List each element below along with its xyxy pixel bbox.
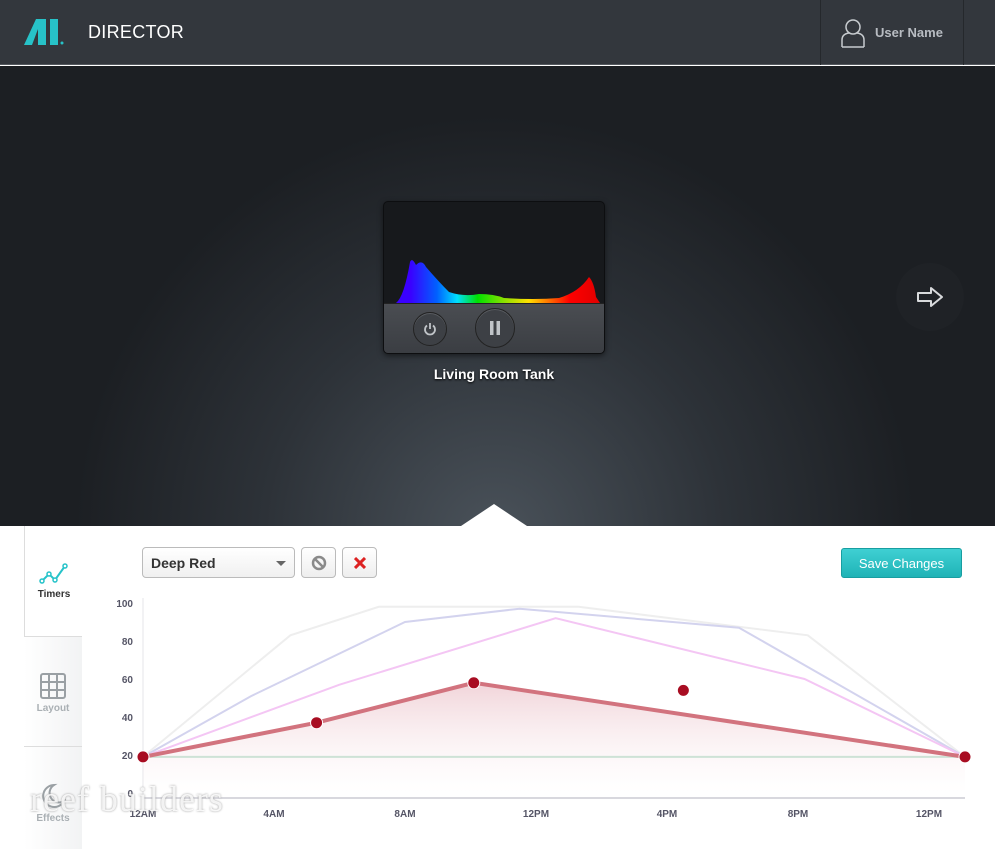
block-icon [311, 555, 326, 570]
series-line [142, 605, 966, 758]
device-card[interactable] [383, 201, 605, 354]
app-header: DIRECTOR User Name [0, 0, 995, 65]
x-tick-label: 8AM [394, 809, 415, 820]
next-device-button[interactable] [896, 263, 964, 331]
power-icon [424, 323, 436, 336]
y-tick-label: 100 [116, 599, 133, 610]
tab-label: Layout [36, 703, 70, 714]
close-icon [353, 556, 366, 569]
user-menu[interactable]: User Name [820, 0, 964, 65]
device-controls [384, 303, 604, 353]
power-button[interactable] [413, 312, 447, 346]
timer-point-handle[interactable] [958, 750, 972, 764]
x-tick-label: 8PM [788, 809, 809, 820]
series-area [143, 682, 965, 793]
ai-logo[interactable] [24, 19, 74, 45]
pause-button[interactable] [475, 308, 515, 348]
channel-select[interactable]: Deep Red [142, 547, 295, 578]
user-name: User Name [875, 25, 943, 40]
timer-point-handle[interactable] [467, 676, 481, 690]
x-tick-label: 4AM [263, 809, 284, 820]
tab-layout[interactable]: Layout [24, 636, 82, 746]
tab-label: Timers [37, 589, 71, 600]
spectrum-graph [396, 260, 600, 303]
x-tick-label: 12PM [523, 809, 549, 820]
watermark: reef builders [30, 779, 224, 819]
y-tick-label: 80 [122, 637, 134, 648]
y-tick-label: 20 [122, 751, 134, 762]
series-line [142, 617, 966, 758]
arrow-right-icon [917, 287, 943, 307]
y-tick-label: 60 [122, 675, 134, 686]
disable-channel-button[interactable] [301, 547, 336, 578]
pause-icon [490, 321, 500, 335]
series-line [142, 607, 966, 758]
x-tick-label: 4PM [657, 809, 678, 820]
timer-point-handle[interactable] [136, 750, 150, 764]
user-icon [841, 18, 865, 48]
chart-line-icon [39, 563, 68, 584]
grid-icon [40, 673, 66, 699]
x-tick-label: 12PM [916, 809, 942, 820]
device-name: Living Room Tank [433, 366, 555, 382]
tab-timers[interactable]: Timers [24, 526, 83, 636]
delete-button[interactable] [342, 547, 377, 578]
chevron-down-icon [276, 561, 286, 566]
save-changes-button[interactable]: Save Changes [841, 548, 962, 578]
channel-select-value: Deep Red [151, 555, 216, 571]
timer-point-handle[interactable] [676, 683, 690, 697]
y-tick-label: 40 [122, 713, 134, 724]
panel-pointer [461, 504, 527, 526]
device-stage: Living Room Tank [0, 66, 995, 526]
app-title: DIRECTOR [88, 22, 185, 42]
timer-point-handle[interactable] [310, 716, 324, 730]
series-line[interactable] [142, 680, 966, 759]
